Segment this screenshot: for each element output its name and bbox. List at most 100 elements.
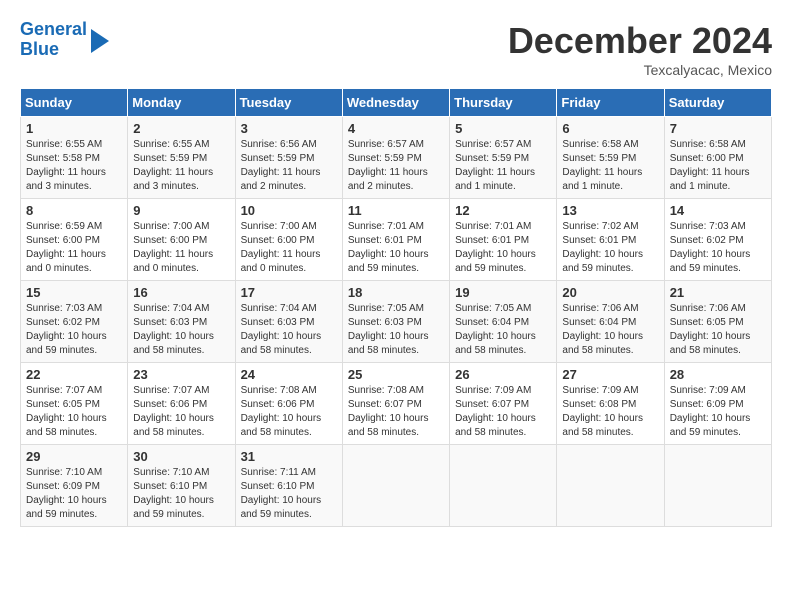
- day-number: 5: [455, 121, 551, 136]
- cell-info: Sunrise: 7:06 AM Sunset: 6:05 PM Dayligh…: [670, 303, 751, 356]
- calendar-cell: 5 Sunrise: 6:57 AM Sunset: 5:59 PM Dayli…: [450, 117, 557, 199]
- calendar-cell: 15 Sunrise: 7:03 AM Sunset: 6:02 PM Dayl…: [21, 281, 128, 363]
- cell-info: Sunrise: 6:59 AM Sunset: 6:00 PM Dayligh…: [26, 221, 106, 274]
- day-number: 19: [455, 285, 551, 300]
- calendar-cell: 14 Sunrise: 7:03 AM Sunset: 6:02 PM Dayl…: [664, 199, 771, 281]
- calendar-cell: 3 Sunrise: 6:56 AM Sunset: 5:59 PM Dayli…: [235, 117, 342, 199]
- calendar-cell: 7 Sunrise: 6:58 AM Sunset: 6:00 PM Dayli…: [664, 117, 771, 199]
- calendar-cell: 16 Sunrise: 7:04 AM Sunset: 6:03 PM Dayl…: [128, 281, 235, 363]
- day-number: 20: [562, 285, 658, 300]
- page-header: General Blue December 2024 Texcalyacac, …: [20, 20, 772, 78]
- day-number: 15: [26, 285, 122, 300]
- cell-info: Sunrise: 7:09 AM Sunset: 6:08 PM Dayligh…: [562, 385, 643, 438]
- day-number: 17: [241, 285, 337, 300]
- logo-arrow-icon: [91, 29, 109, 53]
- cell-info: Sunrise: 7:04 AM Sunset: 6:03 PM Dayligh…: [241, 303, 322, 356]
- calendar-cell: 29 Sunrise: 7:10 AM Sunset: 6:09 PM Dayl…: [21, 445, 128, 527]
- calendar-cell: [342, 445, 449, 527]
- week-row-4: 22 Sunrise: 7:07 AM Sunset: 6:05 PM Dayl…: [21, 363, 772, 445]
- cell-info: Sunrise: 7:09 AM Sunset: 6:07 PM Dayligh…: [455, 385, 536, 438]
- logo-name: General Blue: [20, 20, 87, 60]
- calendar-cell: 17 Sunrise: 7:04 AM Sunset: 6:03 PM Dayl…: [235, 281, 342, 363]
- cell-info: Sunrise: 7:05 AM Sunset: 6:03 PM Dayligh…: [348, 303, 429, 356]
- days-header-row: Sunday Monday Tuesday Wednesday Thursday…: [21, 89, 772, 117]
- logo-line2: Blue: [20, 39, 59, 59]
- calendar-cell: 27 Sunrise: 7:09 AM Sunset: 6:08 PM Dayl…: [557, 363, 664, 445]
- cell-info: Sunrise: 7:01 AM Sunset: 6:01 PM Dayligh…: [348, 221, 429, 274]
- calendar-cell: 8 Sunrise: 6:59 AM Sunset: 6:00 PM Dayli…: [21, 199, 128, 281]
- day-number: 29: [26, 449, 122, 464]
- day-number: 30: [133, 449, 229, 464]
- logo: General Blue: [20, 20, 109, 60]
- day-number: 16: [133, 285, 229, 300]
- calendar-cell: 20 Sunrise: 7:06 AM Sunset: 6:04 PM Dayl…: [557, 281, 664, 363]
- day-number: 24: [241, 367, 337, 382]
- calendar-cell: 21 Sunrise: 7:06 AM Sunset: 6:05 PM Dayl…: [664, 281, 771, 363]
- day-number: 13: [562, 203, 658, 218]
- calendar-cell: 28 Sunrise: 7:09 AM Sunset: 6:09 PM Dayl…: [664, 363, 771, 445]
- day-number: 10: [241, 203, 337, 218]
- cell-info: Sunrise: 7:03 AM Sunset: 6:02 PM Dayligh…: [670, 221, 751, 274]
- header-saturday: Saturday: [664, 89, 771, 117]
- cell-info: Sunrise: 6:57 AM Sunset: 5:59 PM Dayligh…: [455, 139, 535, 192]
- day-number: 25: [348, 367, 444, 382]
- title-block: December 2024 Texcalyacac, Mexico: [508, 20, 772, 78]
- calendar-table: Sunday Monday Tuesday Wednesday Thursday…: [20, 88, 772, 527]
- header-sunday: Sunday: [21, 89, 128, 117]
- day-number: 28: [670, 367, 766, 382]
- cell-info: Sunrise: 6:57 AM Sunset: 5:59 PM Dayligh…: [348, 139, 428, 192]
- cell-info: Sunrise: 7:04 AM Sunset: 6:03 PM Dayligh…: [133, 303, 214, 356]
- location: Texcalyacac, Mexico: [508, 62, 772, 78]
- week-row-3: 15 Sunrise: 7:03 AM Sunset: 6:02 PM Dayl…: [21, 281, 772, 363]
- header-monday: Monday: [128, 89, 235, 117]
- day-number: 9: [133, 203, 229, 218]
- calendar-cell: 22 Sunrise: 7:07 AM Sunset: 6:05 PM Dayl…: [21, 363, 128, 445]
- calendar-cell: 23 Sunrise: 7:07 AM Sunset: 6:06 PM Dayl…: [128, 363, 235, 445]
- week-row-2: 8 Sunrise: 6:59 AM Sunset: 6:00 PM Dayli…: [21, 199, 772, 281]
- logo-text-block: General Blue: [20, 20, 87, 60]
- cell-info: Sunrise: 6:55 AM Sunset: 5:58 PM Dayligh…: [26, 139, 106, 192]
- day-number: 14: [670, 203, 766, 218]
- cell-info: Sunrise: 6:55 AM Sunset: 5:59 PM Dayligh…: [133, 139, 213, 192]
- day-number: 11: [348, 203, 444, 218]
- calendar-cell: 26 Sunrise: 7:09 AM Sunset: 6:07 PM Dayl…: [450, 363, 557, 445]
- day-number: 26: [455, 367, 551, 382]
- calendar-cell: 2 Sunrise: 6:55 AM Sunset: 5:59 PM Dayli…: [128, 117, 235, 199]
- calendar-cell: 18 Sunrise: 7:05 AM Sunset: 6:03 PM Dayl…: [342, 281, 449, 363]
- day-number: 8: [26, 203, 122, 218]
- month-title: December 2024: [508, 20, 772, 62]
- calendar-cell: 1 Sunrise: 6:55 AM Sunset: 5:58 PM Dayli…: [21, 117, 128, 199]
- cell-info: Sunrise: 7:06 AM Sunset: 6:04 PM Dayligh…: [562, 303, 643, 356]
- header-wednesday: Wednesday: [342, 89, 449, 117]
- day-number: 31: [241, 449, 337, 464]
- calendar-cell: 24 Sunrise: 7:08 AM Sunset: 6:06 PM Dayl…: [235, 363, 342, 445]
- cell-info: Sunrise: 7:08 AM Sunset: 6:06 PM Dayligh…: [241, 385, 322, 438]
- cell-info: Sunrise: 7:07 AM Sunset: 6:06 PM Dayligh…: [133, 385, 214, 438]
- calendar-cell: [664, 445, 771, 527]
- day-number: 12: [455, 203, 551, 218]
- header-friday: Friday: [557, 89, 664, 117]
- day-number: 18: [348, 285, 444, 300]
- cell-info: Sunrise: 7:07 AM Sunset: 6:05 PM Dayligh…: [26, 385, 107, 438]
- day-number: 22: [26, 367, 122, 382]
- cell-info: Sunrise: 7:05 AM Sunset: 6:04 PM Dayligh…: [455, 303, 536, 356]
- cell-info: Sunrise: 7:00 AM Sunset: 6:00 PM Dayligh…: [241, 221, 321, 274]
- day-number: 4: [348, 121, 444, 136]
- header-thursday: Thursday: [450, 89, 557, 117]
- day-number: 27: [562, 367, 658, 382]
- cell-info: Sunrise: 6:58 AM Sunset: 5:59 PM Dayligh…: [562, 139, 642, 192]
- cell-info: Sunrise: 7:00 AM Sunset: 6:00 PM Dayligh…: [133, 221, 213, 274]
- calendar-cell: 10 Sunrise: 7:00 AM Sunset: 6:00 PM Dayl…: [235, 199, 342, 281]
- calendar-cell: 19 Sunrise: 7:05 AM Sunset: 6:04 PM Dayl…: [450, 281, 557, 363]
- day-number: 7: [670, 121, 766, 136]
- calendar-cell: 6 Sunrise: 6:58 AM Sunset: 5:59 PM Dayli…: [557, 117, 664, 199]
- calendar-cell: 9 Sunrise: 7:00 AM Sunset: 6:00 PM Dayli…: [128, 199, 235, 281]
- day-number: 6: [562, 121, 658, 136]
- calendar-cell: 25 Sunrise: 7:08 AM Sunset: 6:07 PM Dayl…: [342, 363, 449, 445]
- calendar-cell: 11 Sunrise: 7:01 AM Sunset: 6:01 PM Dayl…: [342, 199, 449, 281]
- calendar-cell: 30 Sunrise: 7:10 AM Sunset: 6:10 PM Dayl…: [128, 445, 235, 527]
- cell-info: Sunrise: 7:10 AM Sunset: 6:10 PM Dayligh…: [133, 467, 214, 520]
- day-number: 2: [133, 121, 229, 136]
- calendar-cell: 31 Sunrise: 7:11 AM Sunset: 6:10 PM Dayl…: [235, 445, 342, 527]
- cell-info: Sunrise: 7:03 AM Sunset: 6:02 PM Dayligh…: [26, 303, 107, 356]
